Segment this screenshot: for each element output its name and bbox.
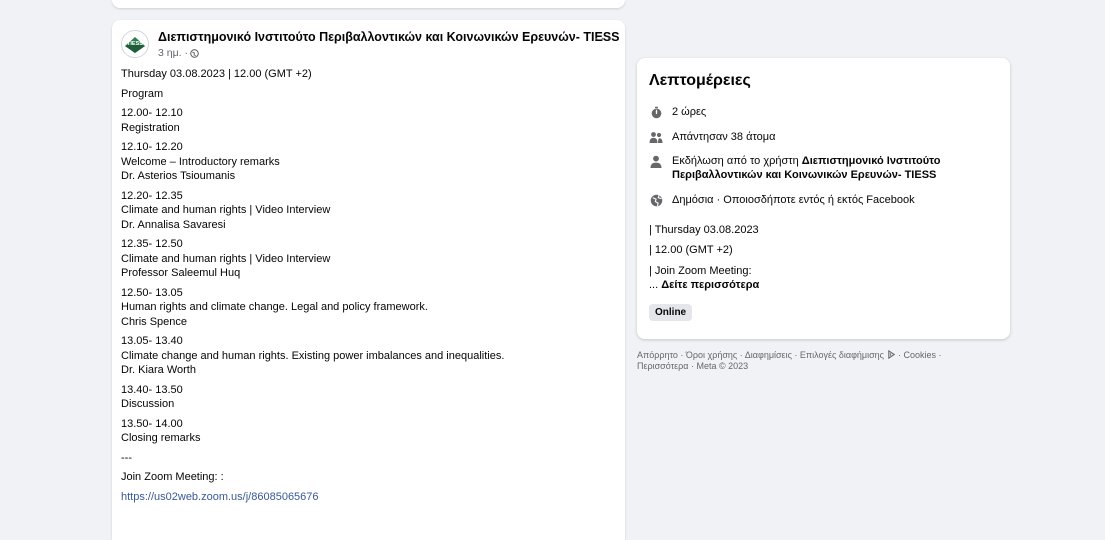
host-prefix: Εκδήλωση από το χρήστη <box>672 155 802 167</box>
post-body: Thursday 03.08.2023 | 12.00 (GMT +2) Prog… <box>121 67 616 504</box>
post-line: 12.20- 12.35 <box>121 189 183 202</box>
footer-cookies-link[interactable]: Cookies <box>904 350 937 360</box>
details-title: Λεπτομέρειες <box>649 72 751 89</box>
post-line: Climate and human rights | Video Intervi… <box>121 252 331 265</box>
footer-ad-choices-link[interactable]: Επιλογές διαφήμισης <box>800 350 884 360</box>
post-line: 12.00- 12.10 <box>121 107 183 119</box>
post-line: 13.50- 14.00 <box>121 417 183 430</box>
footer-terms-link[interactable]: Όροι χρήσης <box>686 350 737 360</box>
post-line: Program <box>121 87 164 100</box>
post-line: --- <box>121 451 132 464</box>
host-text: Εκδήλωση από το χρήστη Διεπιστημονικό Ιν… <box>672 154 998 182</box>
post-line: 12.50- 13.05 <box>121 286 183 299</box>
post-line: Join Zoom Meeting: : <box>121 471 224 483</box>
page-name-link[interactable]: Διεπιστημονικό Ινστιτούτο Περιβαλλοντικώ… <box>158 30 620 44</box>
post-line: Chris Spence <box>121 315 188 328</box>
post-line: Climate and human rights | Video Intervi… <box>121 204 331 216</box>
see-more-line: ... Δείτε περισσότερα <box>649 278 759 292</box>
post-line: Dr. Asterios Tsioumanis <box>121 170 236 182</box>
post-card: TIESS Διεπιστημονικό Ινστιτούτο Περιβαλλ… <box>112 20 625 540</box>
post-line: Thursday 03.08.2023 | 12.00 (GMT +2) <box>121 68 312 80</box>
post-line: Climate change and human rights. Existin… <box>121 349 505 362</box>
details-time-line: | 12.00 (GMT +2) <box>649 244 733 256</box>
detail-host: Εκδήλωση από το χρήστη Διεπιστημονικό Ιν… <box>649 154 998 182</box>
footer-privacy-link[interactable]: Απόρρητο <box>637 350 678 360</box>
post-line: Human rights and climate change. Legal a… <box>121 301 428 313</box>
globe-icon <box>190 48 199 58</box>
post-more-button[interactable]: ··· <box>590 31 616 52</box>
post-header: TIESS Διεπιστημονικό Ινστιτούτο Περιβαλλ… <box>121 28 620 62</box>
details-date-line: | Thursday 03.08.2023 <box>649 224 759 236</box>
post-time[interactable]: 3 ημ. · <box>158 47 188 59</box>
post-line: Registration <box>121 121 180 134</box>
responses-text: Απάντησαν 38 άτομα <box>672 131 776 143</box>
detail-responses[interactable]: Απάντησαν 38 άτομα <box>649 130 998 144</box>
see-more-prefix: ... <box>649 279 662 291</box>
post-line: 12.35- 12.50 <box>121 238 183 250</box>
post-line: Dr. Kiara Worth <box>121 364 196 376</box>
post-line: Closing remarks <box>121 432 201 444</box>
detail-duration: 2 ώρες <box>649 105 998 119</box>
globe-icon <box>649 193 663 207</box>
people-icon <box>649 130 663 144</box>
post-line: 12.10- 12.20 <box>121 141 183 153</box>
post-line: 13.05- 13.40 <box>121 335 183 347</box>
post-line: Welcome – Introductory remarks <box>121 155 280 168</box>
details-zoom-line: | Join Zoom Meeting: <box>649 265 752 277</box>
page-avatar[interactable]: TIESS <box>121 30 149 58</box>
post-line: Professor Saleemul Huq <box>121 267 241 279</box>
footer-more-link[interactable]: Περισσότερα <box>637 361 689 371</box>
see-more-link[interactable]: Δείτε περισσότερα <box>661 279 759 291</box>
ad-choices-icon <box>887 349 895 360</box>
duration-text: 2 ώρες <box>672 106 707 118</box>
footer-links: Απόρρητο · Όροι χρήσης · Διαφημίσεις · Ε… <box>637 349 942 371</box>
privacy-text: Δημόσια · Οποιοσδήποτε εντός ή εκτός Fac… <box>672 194 915 206</box>
footer-meta: Meta © 2023 <box>696 361 749 371</box>
person-icon <box>649 154 663 168</box>
event-details-card: Λεπτομέρειες 2 ώρες Απάντησαν 38 άτομα Ε… <box>637 58 1010 339</box>
detail-privacy: Δημόσια · Οποιοσδήποτε εντός ή εκτός Fac… <box>649 193 998 207</box>
stopwatch-icon <box>649 105 663 119</box>
online-badge: Online <box>649 304 693 321</box>
zoom-link[interactable]: https://us02web.zoom.us/j/86085065676 <box>121 490 616 505</box>
post-line: Dr. Annalisa Savaresi <box>121 218 226 231</box>
tiess-logo-icon: TIESS <box>122 31 148 57</box>
previous-card-edge <box>112 0 625 8</box>
post-meta: 3 ημ. · <box>158 47 199 59</box>
post-line: Discussion <box>121 398 175 410</box>
avatar-text: TIESS <box>127 41 143 47</box>
footer-ads-link[interactable]: Διαφημίσεις <box>745 350 792 360</box>
post-line: 13.40- 13.50 <box>121 383 183 396</box>
